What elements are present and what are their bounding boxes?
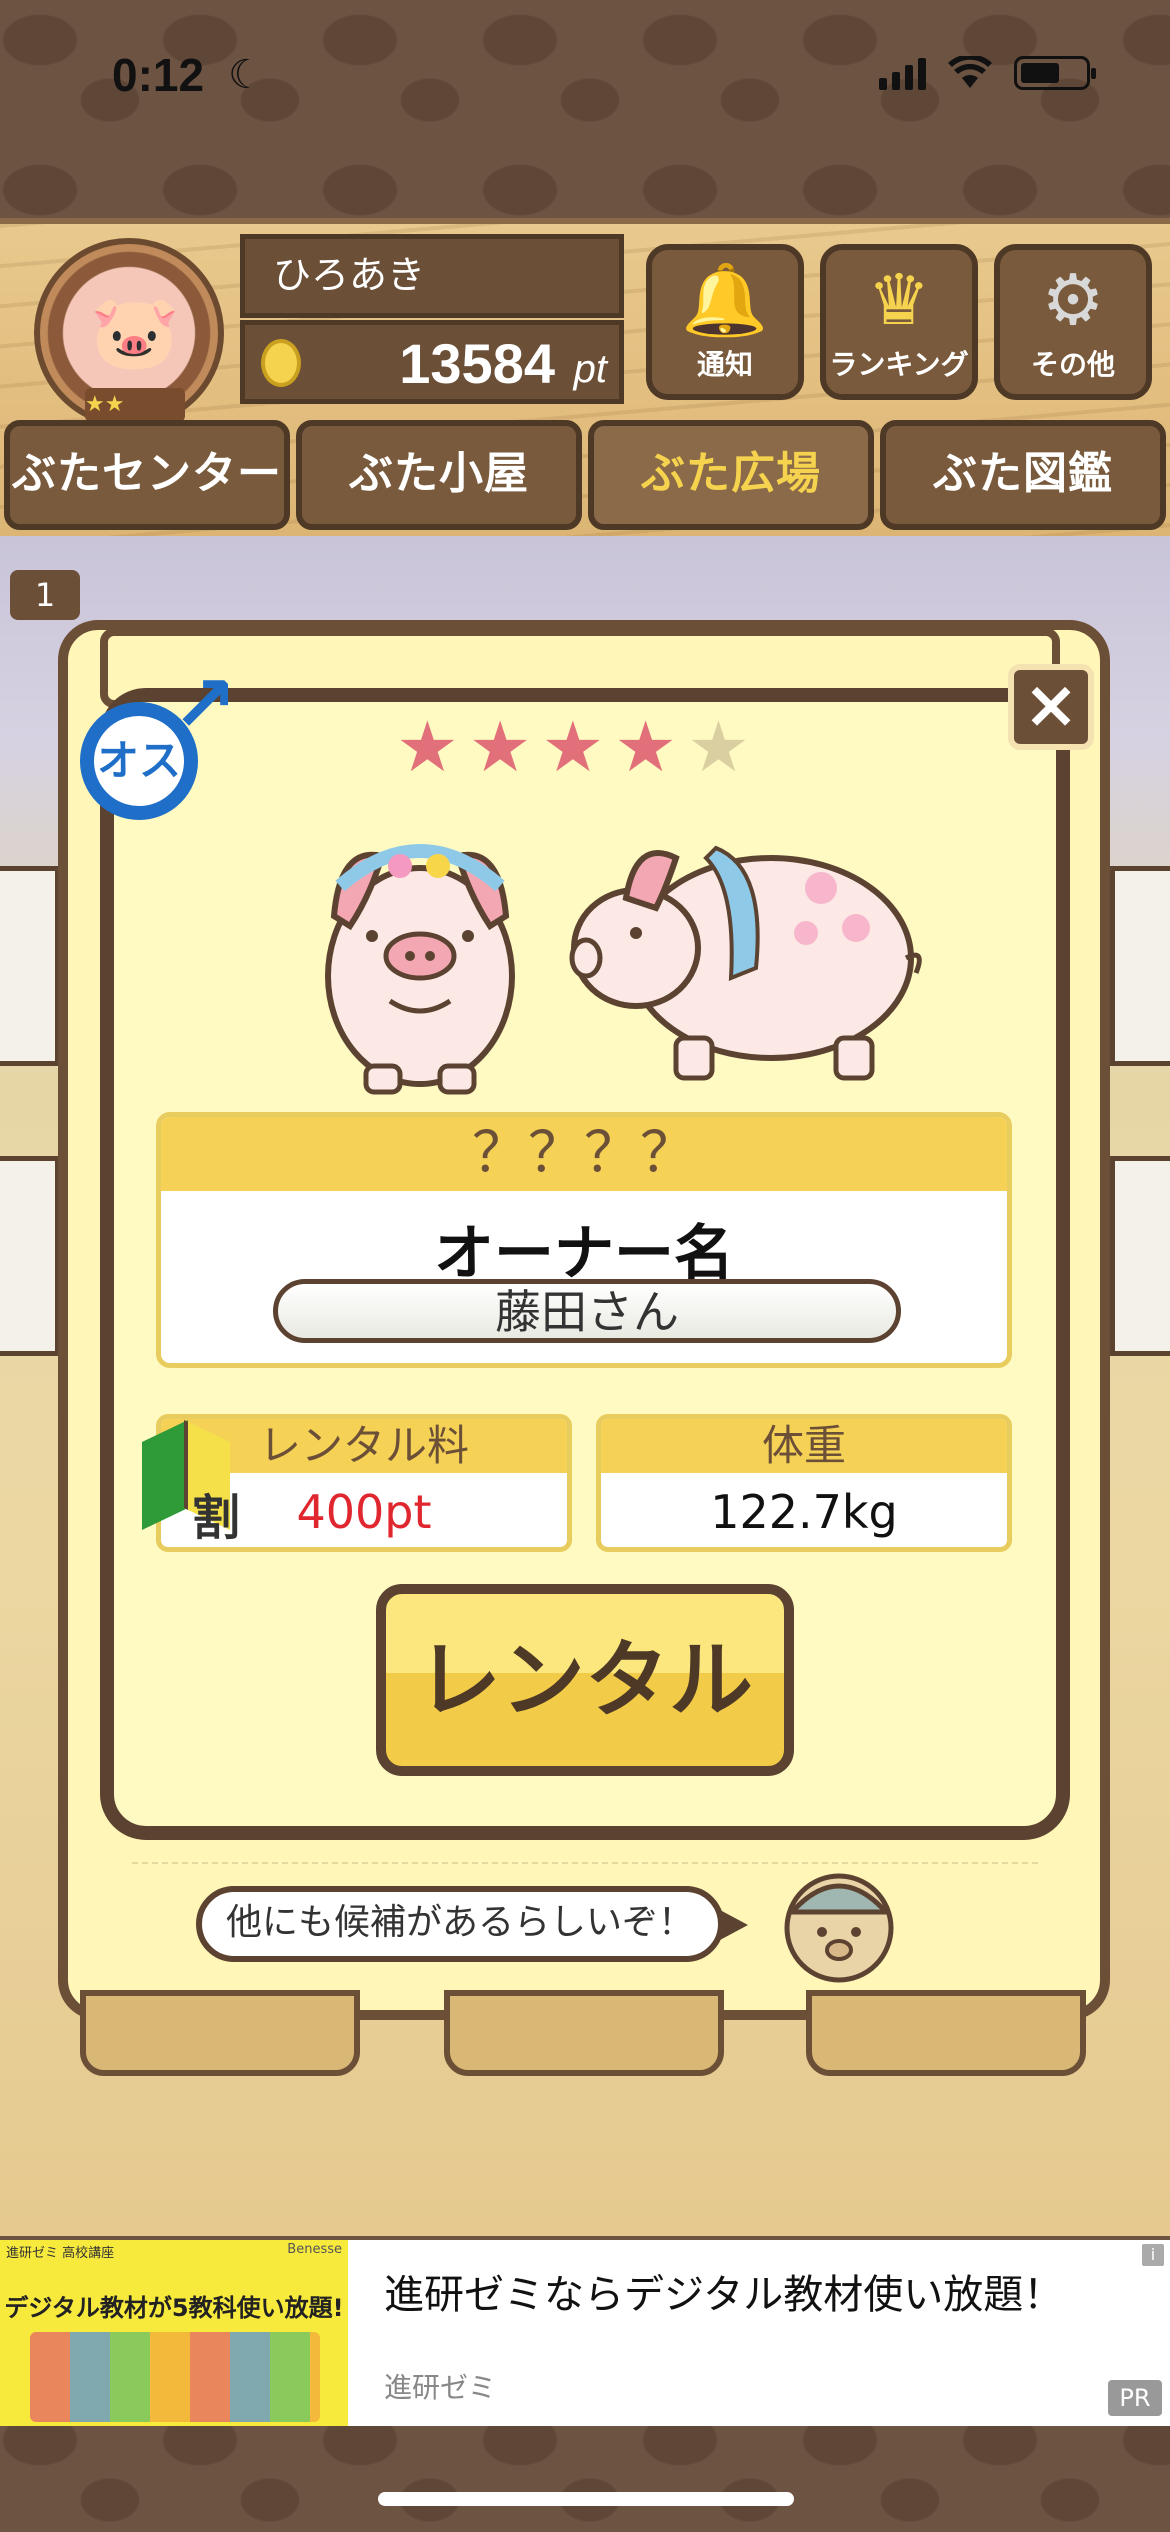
rent-button[interactable]: レンタル [376, 1584, 794, 1776]
star-filled-icon: ★ [396, 706, 459, 788]
wifi-icon [948, 56, 992, 88]
close-button[interactable]: × [1008, 664, 1094, 750]
ad-books-graphic [30, 2332, 320, 2422]
star-filled-icon: ★ [468, 706, 532, 788]
tab-buta-center[interactable]: ぶたセンター [4, 420, 290, 530]
background-button [80, 1990, 360, 2076]
ranking-label: ランキング [829, 348, 969, 381]
notification-button[interactable]: 🔔 通知 [646, 244, 804, 400]
ad-image[interactable]: 進研ゼミ 高校講座 Benesse デジタル教材が5教科使い放題! [0, 2240, 348, 2426]
pig-info-card: ？？？？ オーナー名 藤田さん [156, 1112, 1012, 1368]
weight-value: 122.7kg [710, 1485, 898, 1539]
rank-stars-icon: ★★ [85, 388, 185, 422]
ranking-button[interactable]: ♛ ランキング [820, 244, 978, 400]
ad-pr-badge: PR [1108, 2380, 1162, 2416]
weight-label: 体重 [601, 1419, 1007, 1473]
male-arrow-icon: ↗ [172, 660, 238, 750]
crown-icon: ♛ [867, 259, 931, 341]
star-empty-icon: ★ [687, 706, 750, 788]
status-bar: 0:12 ☾ [0, 0, 1170, 140]
pig-side-image [569, 845, 922, 1081]
owner-name: 藤田さん [273, 1279, 901, 1343]
moon-icon: ☾ [228, 52, 264, 98]
avatar[interactable]: 🐷 ★★ [34, 238, 224, 428]
ad-image-headline: デジタル教材が5教科使い放題! [4, 2294, 344, 2322]
old-man-icon [784, 1873, 894, 1983]
ad-info-icon[interactable]: i [1142, 2244, 1164, 2266]
main-nav: ぶたセンター ぶた小屋 ぶた広場 ぶた図鑑 [0, 420, 1170, 536]
pig-front-image [325, 844, 515, 1095]
fence-post [1110, 1156, 1170, 1356]
ad-source: 進研ゼミ [384, 2371, 497, 2404]
points-display: 13584 pt [240, 320, 624, 404]
ad-title[interactable]: 進研ゼミならデジタル教材使い放題！ [384, 2262, 1063, 2320]
status-time: 0:12 [112, 49, 205, 101]
fence-post [0, 866, 60, 1066]
beginner-mark-icon: 割 [136, 1420, 246, 1550]
home-indicator[interactable] [378, 2492, 794, 2506]
points-unit: pt [573, 347, 607, 391]
notification-label: 通知 [696, 348, 753, 381]
background-button [806, 1990, 1086, 2076]
bell-icon: 🔔 [681, 259, 769, 341]
speech-bubble: 他にも候補があるらしいぞ！ [196, 1886, 748, 1962]
battery-icon [1014, 56, 1096, 90]
fence-post [0, 1156, 60, 1356]
background-button [444, 1990, 724, 2076]
counter-badge: 1 [10, 570, 80, 620]
pig-face-icon: 🐷 [90, 290, 180, 374]
star-filled-icon: ★ [541, 706, 605, 788]
pig-name: ？？？？ [161, 1117, 1007, 1191]
male-badge: オス ↗ [70, 660, 240, 830]
coin-icon [261, 339, 301, 387]
tab-buta-hut[interactable]: ぶた小屋 [296, 420, 582, 530]
close-icon: × [1023, 666, 1079, 743]
points-value: 13584 [399, 332, 555, 395]
star-filled-icon: ★ [614, 706, 678, 788]
tab-buta-encyclopedia[interactable]: ぶた図鑑 [880, 420, 1166, 530]
ad-brand: Benesse [287, 2242, 342, 2257]
gear-icon: ⚙ [1041, 259, 1105, 341]
discount-label: 割 [192, 1490, 241, 1546]
rarity-stars: ★ ★ ★ ★ ★ [396, 712, 750, 782]
signal-icon [879, 56, 926, 90]
fence-post [1110, 866, 1170, 1066]
ad-image-label: 進研ゼミ 高校講座 [6, 2246, 115, 2261]
other-label: その他 [1030, 348, 1115, 381]
other-button[interactable]: ⚙ その他 [994, 244, 1152, 400]
user-name: ひろあき [240, 234, 624, 318]
tab-buta-plaza[interactable]: ぶた広場 [588, 420, 874, 530]
weight-box: 体重 122.7kg [596, 1414, 1012, 1552]
